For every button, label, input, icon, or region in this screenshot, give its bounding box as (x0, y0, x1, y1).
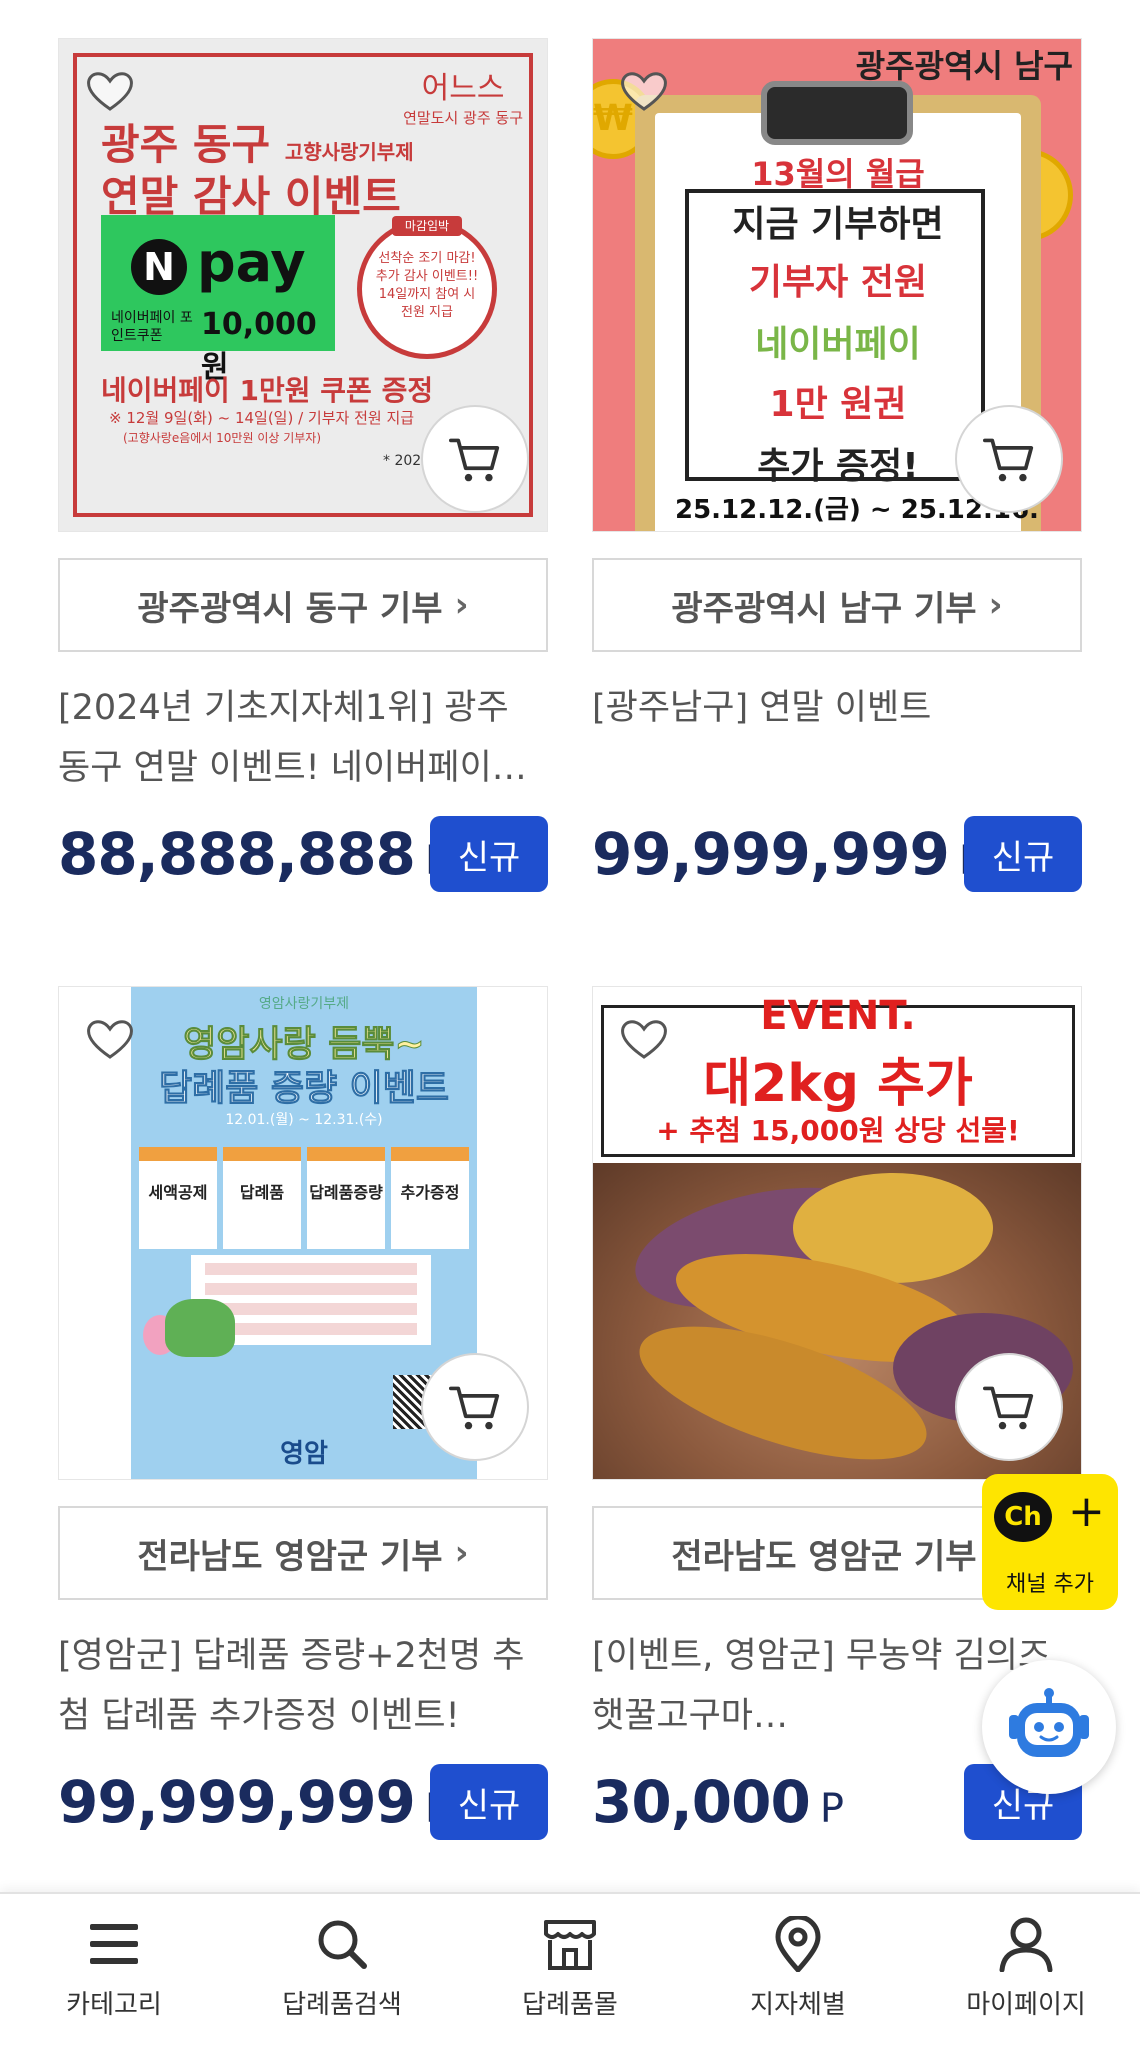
nav-item-region[interactable]: 지자체별 (684, 1894, 912, 2050)
user-icon (999, 1917, 1053, 1972)
region-donate-button[interactable]: 전라남도 영암군 기부 › (58, 1506, 548, 1600)
chevron-right-icon: › (454, 585, 469, 625)
cart-icon (981, 433, 1037, 485)
product-card[interactable]: ₩ $ 광주광역시 남구 13월의 월급 지금 기부하면 기부자 전원 네이버페… (592, 38, 1082, 896)
heart-icon[interactable] (619, 69, 669, 113)
region-donate-button[interactable]: 광주광역시 동구 기부 › (58, 558, 548, 652)
search-icon (318, 1920, 367, 1969)
price-row: 99,999,999P 신규 (58, 1764, 548, 1844)
thumbnail-line: 네이버페이 (755, 324, 921, 365)
region-donate-button[interactable]: 광주광역시 남구 기부 › (592, 558, 1082, 652)
price-row: 99,999,999P 신규 (592, 816, 1082, 896)
chevron-right-icon: › (454, 1533, 469, 1573)
cart-button[interactable] (421, 1353, 529, 1461)
product-thumbnail[interactable]: ₩ $ 광주광역시 남구 13월의 월급 지금 기부하면 기부자 전원 네이버페… (592, 38, 1082, 532)
product-price: 30,000 P (592, 1768, 844, 1836)
product-thumbnail[interactable]: 어느스 연말도시 광주 동구 광주 동구 고향사랑기부제 연말 감사 이벤트 N… (58, 38, 548, 532)
thumbnail-logo: 어느스 연말도시 광주 동구 (403, 71, 523, 127)
nav-item-category[interactable]: 카테고리 (0, 1894, 228, 2050)
channel-add-label: 채널 추가 (1006, 1572, 1094, 1597)
product-price: 99,999,999P (592, 820, 983, 888)
store-icon (544, 1920, 596, 1970)
alarm-clock-icon: 마감임박 선착순 조기 마감! 추가 감사 이벤트!! 14일까지 참여 시 전… (357, 216, 497, 359)
chevron-right-icon: › (988, 585, 1003, 625)
nav-item-search[interactable]: 답례품검색 (228, 1894, 456, 2050)
heart-icon[interactable] (619, 1017, 669, 1061)
product-price: 88,888,888P (58, 820, 449, 888)
cart-button[interactable] (955, 405, 1063, 513)
product-title[interactable]: [광주남구] 연말 이벤트 (592, 678, 1082, 798)
new-badge: 신규 (964, 816, 1082, 892)
product-thumbnail[interactable]: 영암사랑기부제 영암사랑 듬뿍~ 답례품 증량 이벤트 12.01.(월) ~ … (58, 986, 548, 1480)
plus-icon: + (1068, 1486, 1105, 1537)
nav-item-store[interactable]: 답례품몰 (456, 1894, 684, 2050)
banner-line: + 추첨 15,000원 상당 선물! (656, 1114, 1020, 1147)
cart-icon (447, 433, 503, 485)
product-title[interactable]: [2024년 기초지자체1위] 광주 동구 연말 이벤트! 네이버페이… (58, 678, 548, 798)
nav-item-mypage[interactable]: 마이페이지 (912, 1894, 1140, 2050)
heart-icon[interactable] (85, 1017, 135, 1061)
new-badge: 신규 (430, 1764, 548, 1840)
mascot-image (165, 1299, 235, 1357)
bottom-navigation: 카테고리 답례품검색 답례품몰 지자체별 마이페이지 (0, 1892, 1140, 2050)
npay-coupon: N pay 네이버페이 포인트쿠폰 10,000원 (101, 215, 335, 385)
product-card[interactable]: 어느스 연말도시 광주 동구 광주 동구 고향사랑기부제 연말 감사 이벤트 N… (58, 38, 548, 896)
product-card[interactable]: 영암사랑기부제 영암사랑 듬뿍~ 답례품 증량 이벤트 12.01.(월) ~ … (58, 986, 548, 1844)
thumbnail-line: ※ 12월 9일(화) ~ 14일(일) / 기부자 전원 지급 (109, 409, 415, 427)
heart-icon[interactable] (85, 69, 135, 113)
thumbnail-line: 네이버페이 1만원 쿠폰 증정 (101, 374, 434, 407)
location-pin-icon (775, 1916, 821, 1972)
thumbnail-line: 지금 기부하면 (732, 204, 944, 245)
kakao-channel-icon: Ch (994, 1492, 1052, 1542)
product-thumbnail[interactable]: EVENT. 대2kg 추가 + 추첨 15,000원 상당 선물! (592, 986, 1082, 1480)
product-price: 99,999,999P (58, 1768, 449, 1836)
cart-button[interactable] (955, 1353, 1063, 1461)
product-title[interactable]: [영암군] 답례품 증량+2천명 추첨 답례품 추가증정 이벤트! (58, 1626, 548, 1746)
cart-button[interactable] (421, 405, 529, 513)
kakao-channel-add-button[interactable]: Ch + 채널 추가 (982, 1474, 1118, 1610)
thumbnail-header: 광주광역시 남구 (855, 47, 1073, 85)
clipboard-clip (761, 81, 913, 145)
robot-icon (1009, 1688, 1089, 1757)
cart-icon (447, 1381, 503, 1433)
menu-icon (90, 1924, 138, 1964)
new-badge: 신규 (430, 816, 548, 892)
price-row: 88,888,888P 신규 (58, 816, 548, 896)
cart-icon (981, 1381, 1037, 1433)
thumbnail-line: 기부자 전원 (748, 262, 928, 303)
chatbot-button[interactable] (982, 1660, 1116, 1794)
thumbnail-line: (고향사랑e음에서 10만원 이상 기부자) (123, 431, 322, 445)
